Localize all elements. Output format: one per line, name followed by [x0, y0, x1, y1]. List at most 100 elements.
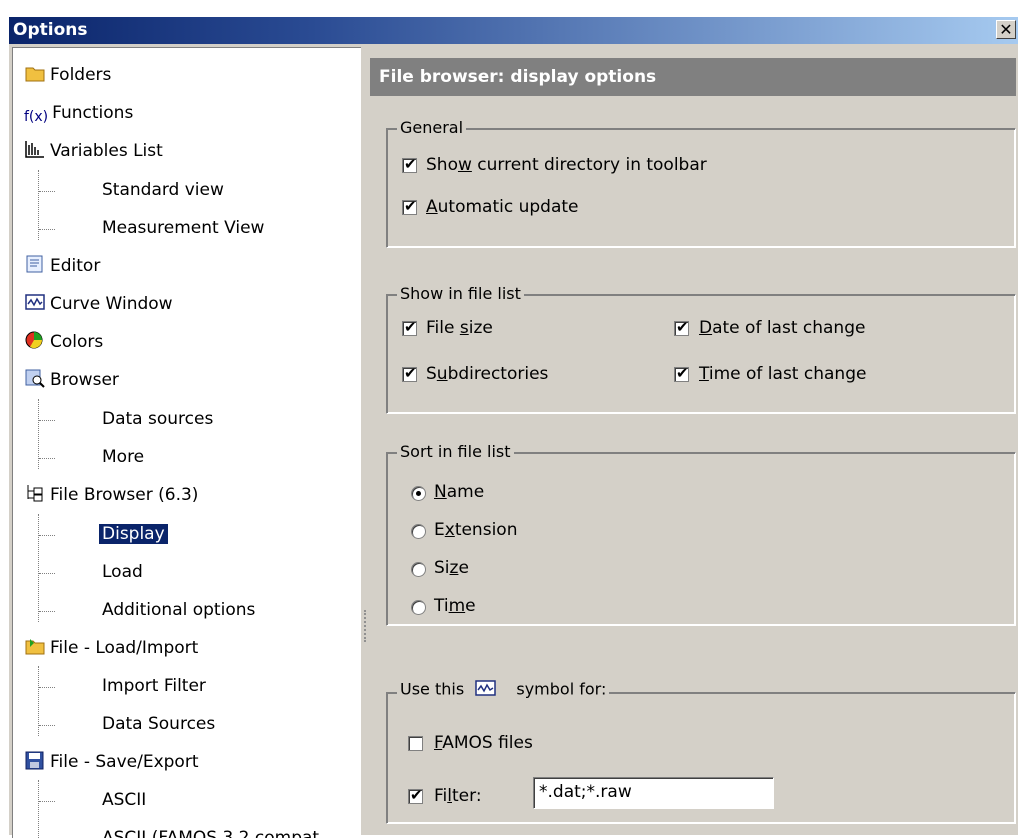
file-browser-icon [24, 483, 46, 503]
tree-item-label: Data sources [102, 409, 214, 429]
function-icon: f(x) [24, 109, 49, 125]
tree-line [39, 420, 55, 421]
sort-time-radio[interactable] [411, 600, 426, 615]
famos-files-label: FAMOS files [434, 733, 533, 753]
file-size-checkbox[interactable]: ✔ [402, 318, 417, 336]
check-icon: ✔ [676, 364, 689, 382]
curve-window-icon [24, 292, 46, 312]
tree-item-label: Data Sources [102, 714, 216, 734]
show-in-file-list-legend: Show in file list [397, 284, 524, 303]
tree-item-ascii-famos[interactable]: ASCII (FAMOS 3.2 compat [102, 824, 319, 838]
check-icon: ✔ [404, 197, 417, 215]
date-of-last-change-checkbox[interactable]: ✔ [674, 318, 689, 336]
symbol-usage-legend: Use this symbol for: [397, 679, 610, 701]
date-of-last-change-label: Date of last change [699, 318, 866, 338]
tree-item-standard-view[interactable]: Standard view [102, 176, 224, 204]
tree-item-functions[interactable]: f(x) Functions [24, 99, 133, 127]
tree-item-load-import[interactable]: File - Load/Import [24, 634, 198, 662]
tree-item-load[interactable]: Load [102, 558, 143, 586]
tree-line [39, 573, 55, 574]
load-import-icon [24, 636, 46, 656]
general-group: General [386, 118, 1016, 248]
famos-files-checkbox[interactable] [408, 736, 423, 751]
show-directory-checkbox[interactable]: ✔ [402, 155, 417, 173]
tree-item-label: Curve Window [50, 294, 173, 314]
sort-extension-radio[interactable] [411, 524, 426, 539]
tree-line [39, 191, 55, 192]
tree-item-measurement-view[interactable]: Measurement View [102, 214, 264, 242]
check-icon: ✔ [404, 364, 417, 382]
tree-line [39, 229, 55, 230]
sort-extension-label: Extension [434, 520, 518, 540]
show-in-file-list-group: Show in file list [386, 284, 1016, 414]
file-size-label: File size [426, 318, 493, 338]
tree-item-label: ASCII (FAMOS 3.2 compat [102, 828, 320, 838]
tree-item-save-export[interactable]: File - Save/Export [24, 748, 199, 776]
tree-item-editor[interactable]: Editor [24, 252, 100, 280]
filter-input[interactable]: *.dat;*.raw [533, 777, 774, 809]
check-icon: ✔ [404, 155, 417, 173]
time-of-last-change-label: Time of last change [699, 364, 867, 384]
tree-line [39, 687, 55, 688]
close-icon: ✕ [999, 20, 1013, 39]
radio-dot-icon [416, 491, 421, 496]
tree-item-label: Load [102, 562, 143, 582]
tree-item-label: Browser [50, 370, 119, 390]
show-directory-label: Show current directory in toolbar [426, 155, 707, 175]
tree-item-label: Display [99, 524, 168, 544]
tree-item-ascii[interactable]: ASCII [102, 786, 146, 814]
splitter-handle[interactable] [364, 610, 369, 642]
tree-item-label: File - Save/Export [50, 752, 199, 772]
tree-item-curve-window[interactable]: Curve Window [24, 290, 173, 318]
tree-item-more[interactable]: More [102, 443, 144, 471]
tree-item-label: More [102, 447, 145, 467]
time-of-last-change-checkbox[interactable]: ✔ [674, 364, 689, 382]
sort-size-radio[interactable] [411, 562, 426, 577]
save-export-icon [24, 750, 46, 770]
panel-header: File browser: display options [370, 58, 1016, 96]
tree-item-browser[interactable]: Browser [24, 366, 119, 394]
sort-name-radio[interactable] [411, 486, 426, 501]
editor-icon [24, 254, 46, 274]
tree-item-colors[interactable]: Colors [24, 328, 103, 356]
tree-item-import-filter[interactable]: Import Filter [102, 672, 206, 700]
check-icon: ✔ [410, 786, 423, 804]
options-tree[interactable]: Folders f(x) Functions Variables List Sta… [12, 47, 361, 838]
tree-item-additional-options[interactable]: Additional options [102, 596, 255, 624]
tree-line [39, 725, 55, 726]
tree-item-label: Variables List [50, 141, 163, 161]
tree-line [39, 801, 55, 802]
filter-label: Filter: [434, 786, 482, 806]
tree-item-display[interactable]: Display [99, 520, 168, 548]
tree-line [39, 611, 55, 612]
tree-item-data-sources[interactable]: Data sources [102, 405, 213, 433]
subdirectories-checkbox[interactable]: ✔ [402, 364, 417, 382]
tree-item-folders[interactable]: Folders [24, 61, 111, 89]
sort-name-label: Name [434, 482, 485, 502]
automatic-update-checkbox[interactable]: ✔ [402, 197, 417, 215]
tree-item-label: Standard view [102, 180, 224, 200]
tree-item-label: Colors [50, 332, 104, 352]
tree-item-label: File Browser (6.3) [50, 485, 199, 505]
tree-item-label: Measurement View [102, 218, 265, 238]
tree-item-file-browser[interactable]: File Browser (6.3) [24, 481, 198, 509]
tree-line [39, 535, 55, 536]
close-button[interactable]: ✕ [996, 20, 1016, 39]
tree-line [39, 458, 55, 459]
tree-line [38, 780, 39, 838]
tree-line [38, 514, 39, 622]
folder-icon [24, 63, 46, 83]
general-legend: General [397, 118, 467, 137]
automatic-update-label: Automatic update [426, 197, 579, 217]
sort-time-label: Time [434, 596, 476, 616]
filter-checkbox[interactable]: ✔ [408, 786, 423, 804]
tree-item-data-sources-2[interactable]: Data Sources [102, 710, 215, 738]
subdirectories-label: Subdirectories [426, 364, 549, 384]
tree-item-label: ASCII [102, 790, 147, 810]
tree-item-label: Editor [50, 256, 101, 276]
tree-item-label: Import Filter [102, 676, 206, 696]
colors-icon [24, 330, 46, 350]
check-icon: ✔ [404, 318, 417, 336]
tree-item-variables-list[interactable]: Variables List [24, 137, 163, 165]
panel-header-text: File browser: display options [379, 67, 657, 87]
